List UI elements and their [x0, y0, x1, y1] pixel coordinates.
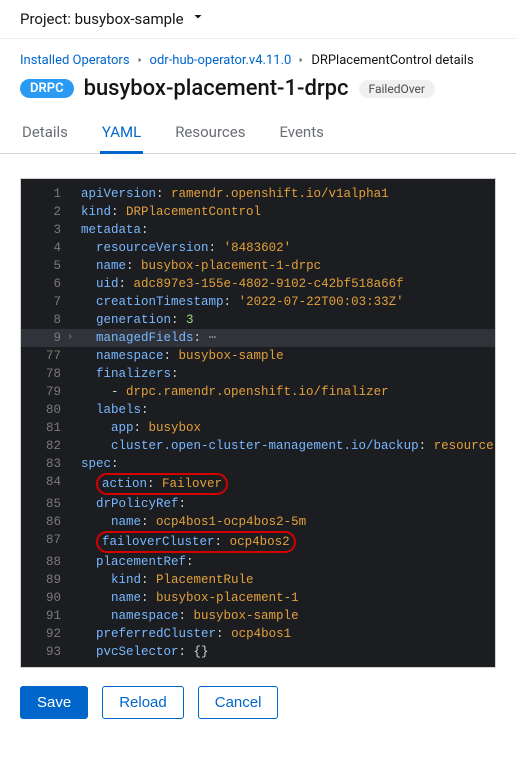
resource-badge: DRPC — [20, 79, 74, 98]
annotation-action: action: Failover — [96, 473, 228, 495]
resource-name: busybox-placement-1-drpc — [84, 76, 349, 101]
breadcrumb: Installed Operators odr-hub-operator.v4.… — [0, 39, 516, 74]
breadcrumb-installed-operators[interactable]: Installed Operators — [20, 53, 130, 68]
project-label: Project: busybox-sample — [20, 10, 184, 28]
chevron-right-icon — [297, 53, 305, 68]
tab-resources[interactable]: Resources — [173, 113, 247, 154]
breadcrumb-current: DRPlacementControl details — [311, 53, 473, 68]
cancel-button[interactable]: Cancel — [198, 686, 279, 719]
yaml-content[interactable]: 1apiVersion: ramendr.openshift.io/v1alph… — [21, 179, 495, 667]
annotation-failover-cluster: failoverCluster: ocp4bos2 — [96, 531, 296, 553]
tab-events[interactable]: Events — [277, 113, 325, 154]
status-badge: FailedOver — [359, 80, 435, 98]
tab-details[interactable]: Details — [20, 113, 70, 154]
page-title: DRPC busybox-placement-1-drpc FailedOver — [0, 74, 516, 113]
chevron-down-icon — [192, 11, 204, 27]
chevron-right-icon — [136, 53, 144, 68]
yaml-editor[interactable]: 1apiVersion: ramendr.openshift.io/v1alph… — [20, 178, 496, 668]
reload-button[interactable]: Reload — [102, 686, 184, 719]
save-button[interactable]: Save — [20, 686, 88, 719]
action-bar: Save Reload Cancel — [0, 678, 516, 735]
breadcrumb-operator[interactable]: odr-hub-operator.v4.11.0 — [150, 53, 292, 68]
tabs: Details YAML Resources Events — [0, 113, 516, 154]
fold-chevron-icon[interactable]: › — [67, 329, 73, 347]
tab-yaml[interactable]: YAML — [100, 113, 143, 154]
project-selector[interactable]: Project: busybox-sample — [0, 0, 516, 39]
